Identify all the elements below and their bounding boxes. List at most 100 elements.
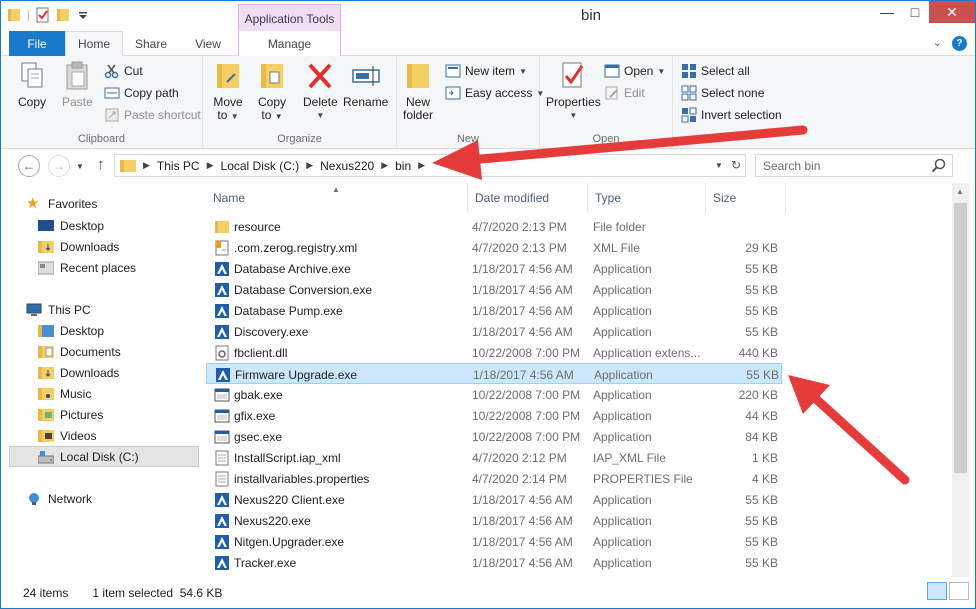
- paste-button[interactable]: Paste: [62, 60, 93, 109]
- table-row[interactable]: Nexus220 Client.exe 1/18/2017 4:56 AM Appl…: [206, 489, 782, 510]
- new-folder-button[interactable]: New folder: [403, 60, 433, 122]
- rename-button[interactable]: Rename: [343, 60, 388, 109]
- file-type: PROPERTIES File: [593, 471, 693, 486]
- chevron-right-icon[interactable]: ▶: [207, 160, 214, 171]
- file-date: 10/22/2008 7:00 PM: [472, 408, 581, 423]
- table-row[interactable]: .com.zerog.registry.xml 4/7/2020 2:13 PM X…: [206, 237, 782, 258]
- address-bar[interactable]: ▶ This PC ▶ Local Disk (C:) ▶ Nexus220 ▶…: [114, 154, 746, 177]
- file-name-cell: resource: [214, 216, 464, 237]
- file-name: Firmware Upgrade.exe: [235, 367, 358, 382]
- table-row[interactable]: Nitgen.Upgrader.exe 1/18/2017 4:56 AM Appl…: [206, 531, 782, 552]
- table-row[interactable]: Firmware Upgrade.exe 1/18/2017 4:56 AM App…: [206, 363, 782, 384]
- copy-to-button[interactable]: Copy to ▼: [257, 60, 287, 123]
- nav-this-pc[interactable]: This PC: [26, 299, 216, 320]
- breadcrumb-nexus220[interactable]: Nexus220: [320, 159, 374, 173]
- large-icons-view-button[interactable]: [949, 582, 969, 600]
- copy-path-button[interactable]: Copy path: [104, 85, 179, 101]
- table-row[interactable]: Discovery.exe 1/18/2017 4:56 AM Applicatio…: [206, 321, 782, 342]
- delete-button[interactable]: Delete ▼: [303, 60, 338, 122]
- file-type: Application: [593, 387, 652, 402]
- recent-locations-icon[interactable]: ▼: [76, 162, 84, 171]
- tab-file[interactable]: File: [9, 31, 65, 56]
- column-header-date[interactable]: Date modified: [468, 183, 588, 213]
- tab-view[interactable]: View: [183, 31, 233, 56]
- easy-access-label: Easy access: [465, 86, 533, 100]
- new-item-button[interactable]: New item ▼: [445, 63, 527, 79]
- file-date: 1/18/2017 4:56 AM: [472, 534, 573, 549]
- search-icon[interactable]: [931, 158, 946, 173]
- file-date: 4/7/2020 2:12 PM: [472, 450, 567, 465]
- up-arrow-icon[interactable]: ↑: [97, 156, 105, 173]
- table-row[interactable]: gfix.exe 10/22/2008 7:00 PM Application 44 …: [206, 405, 782, 426]
- table-row[interactable]: Database Pump.exe 1/18/2017 4:56 AM Applic…: [206, 300, 782, 321]
- breadcrumb-this-pc[interactable]: This PC: [157, 159, 200, 173]
- tab-home[interactable]: Home: [65, 31, 123, 56]
- column-header-size[interactable]: Size: [706, 183, 786, 213]
- tab-share[interactable]: Share: [126, 31, 176, 56]
- table-row[interactable]: resource 4/7/2020 2:13 PM File folder: [206, 216, 782, 237]
- properties-button[interactable]: Properties ▼: [546, 60, 601, 122]
- table-row[interactable]: installvariables.properties 4/7/2020 2:14…: [206, 468, 782, 489]
- expand-ribbon-icon[interactable]: ⌄: [933, 36, 942, 51]
- details-view-button[interactable]: [927, 582, 947, 600]
- copy-button[interactable]: Copy: [17, 60, 47, 109]
- app-icon: [214, 324, 230, 340]
- minimize-button[interactable]: —: [873, 1, 901, 23]
- refresh-icon[interactable]: ↻: [731, 158, 741, 172]
- table-row[interactable]: gbak.exe 10/22/2008 7:00 PM Application 220…: [206, 384, 782, 405]
- file-size: 55 KB: [745, 261, 778, 276]
- chevron-right-icon[interactable]: ▶: [306, 160, 313, 171]
- column-header-name[interactable]: Name: [206, 183, 468, 213]
- file-name-cell: .com.zerog.registry.xml: [214, 237, 464, 258]
- vertical-scrollbar[interactable]: ▲: [952, 183, 969, 577]
- table-row[interactable]: Tracker.exe 1/18/2017 4:56 AM Application 5…: [206, 552, 782, 573]
- table-row[interactable]: Nexus220.exe 1/18/2017 4:56 AM Application…: [206, 510, 782, 531]
- nav-pc-local-disk[interactable]: Local Disk (C:): [9, 446, 199, 467]
- address-history-icon[interactable]: ▼: [715, 161, 723, 172]
- cut-button[interactable]: Cut: [104, 63, 143, 79]
- back-button[interactable]: ←: [18, 155, 40, 177]
- edit-button[interactable]: Edit: [604, 85, 645, 101]
- selection-info: 1 item selected 54.6 KB: [92, 585, 223, 600]
- file-name: Nexus220.exe: [234, 513, 311, 528]
- nav-network[interactable]: Network: [26, 488, 216, 509]
- chevron-right-icon[interactable]: ▶: [418, 160, 425, 171]
- move-to-button[interactable]: Move to ▼: [213, 60, 243, 123]
- properties-icon[interactable]: [36, 7, 50, 23]
- table-row[interactable]: gsec.exe 10/22/2008 7:00 PM Application 84 …: [206, 426, 782, 447]
- open-label-group: Open: [592, 133, 620, 145]
- folder-icon[interactable]: [7, 7, 21, 23]
- new-folder-icon[interactable]: [56, 7, 70, 23]
- easy-access-button[interactable]: Easy access ▼: [445, 85, 544, 101]
- close-button[interactable]: ✕: [929, 1, 975, 23]
- scroll-up-icon[interactable]: ▲: [956, 187, 964, 196]
- table-row[interactable]: Database Archive.exe 1/18/2017 4:56 AM App…: [206, 258, 782, 279]
- paste-shortcut-button[interactable]: Paste shortcut: [104, 107, 201, 123]
- file-type: Application: [593, 492, 652, 507]
- table-row[interactable]: Database Conversion.exe 1/18/2017 4:56 AM…: [206, 279, 782, 300]
- forward-button[interactable]: →: [48, 155, 70, 177]
- chevron-right-icon[interactable]: ▶: [381, 160, 388, 171]
- tab-manage[interactable]: Manage: [238, 31, 341, 56]
- maximize-button[interactable]: □: [901, 1, 929, 23]
- column-header-type[interactable]: Type: [588, 183, 706, 213]
- breadcrumb-bin[interactable]: bin: [395, 159, 411, 173]
- console-app-icon: [214, 387, 230, 403]
- nav-favorites[interactable]: ★ Favorites: [26, 193, 216, 214]
- chevron-right-icon[interactable]: ▶: [143, 160, 150, 171]
- scrollbar-thumb[interactable]: [954, 203, 967, 473]
- select-none-button[interactable]: Select none: [681, 85, 764, 101]
- table-row[interactable]: fbclient.dll 10/22/2008 7:00 PM Applicatio…: [206, 342, 782, 363]
- open-button[interactable]: Open ▼: [604, 63, 665, 79]
- app-icon: [214, 492, 230, 508]
- invert-selection-button[interactable]: Invert selection: [681, 107, 782, 123]
- new-label: New: [456, 133, 479, 145]
- file-name-cell: Nitgen.Upgrader.exe: [214, 531, 464, 552]
- help-icon[interactable]: ?: [952, 36, 967, 51]
- customize-toolbar-icon[interactable]: [76, 7, 90, 23]
- search-input[interactable]: Search bin: [755, 154, 953, 177]
- breadcrumb-local-disk[interactable]: Local Disk (C:): [221, 159, 300, 173]
- select-all-button[interactable]: Select all: [681, 63, 750, 79]
- table-row[interactable]: InstallScript.iap_xml 4/7/2020 2:12 PM IAP…: [206, 447, 782, 468]
- quick-access-toolbar: |: [7, 7, 90, 23]
